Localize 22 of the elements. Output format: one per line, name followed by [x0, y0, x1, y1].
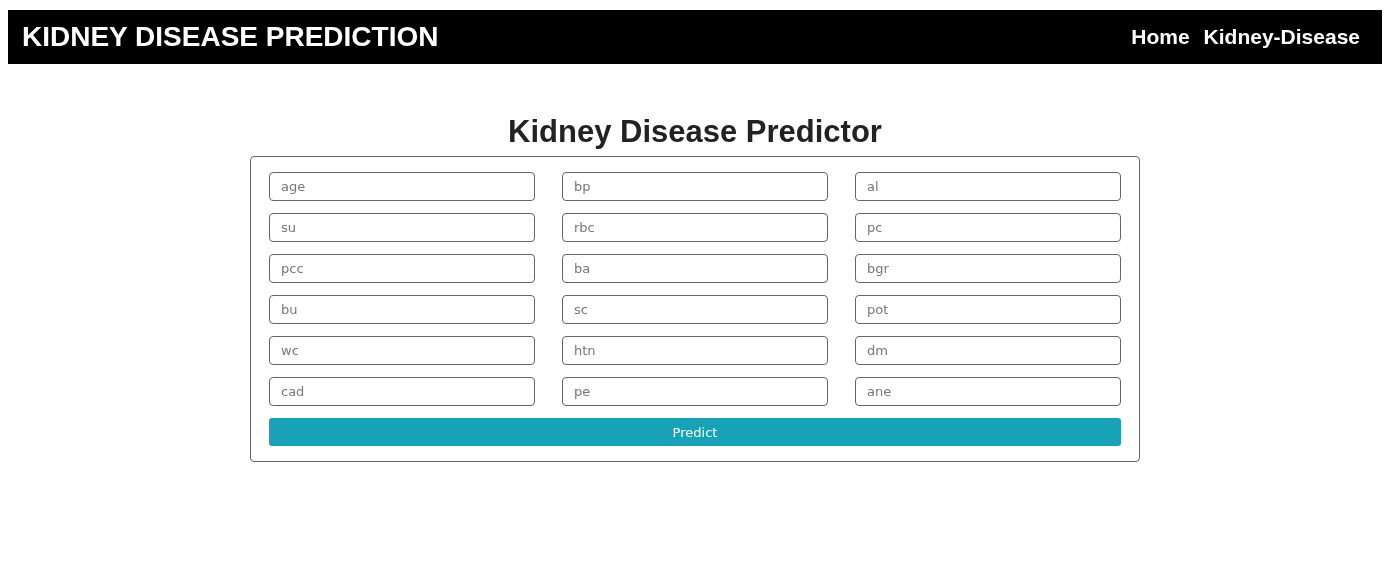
input-field[interactable]: bp — [562, 172, 828, 201]
form-title: Kidney Disease Predictor — [508, 113, 882, 151]
input-field[interactable]: rbc — [562, 213, 828, 242]
input-field[interactable]: su — [269, 213, 535, 242]
brand-title[interactable]: KIDNEY DISEASE PREDICTION — [22, 21, 439, 53]
input-field[interactable]: sc — [562, 295, 828, 324]
input-field[interactable]: pcc — [269, 254, 535, 283]
input-field[interactable]: pc — [855, 213, 1121, 242]
input-field[interactable]: pot — [855, 295, 1121, 324]
input-field[interactable]: wc — [269, 336, 535, 365]
input-field[interactable]: cad — [269, 377, 535, 406]
input-field[interactable]: al — [855, 172, 1121, 201]
input-field[interactable]: bgr — [855, 254, 1121, 283]
nav-link[interactable]: Home — [1131, 25, 1190, 49]
input-field[interactable]: dm — [855, 336, 1121, 365]
input-field[interactable]: bu — [269, 295, 535, 324]
input-field[interactable]: age — [269, 172, 535, 201]
nav-link[interactable]: Kidney-Disease — [1203, 25, 1360, 49]
input-field[interactable]: ane — [855, 377, 1121, 406]
input-field[interactable]: htn — [562, 336, 828, 365]
input-field[interactable]: ba — [562, 254, 828, 283]
input-field[interactable]: pe — [562, 377, 828, 406]
